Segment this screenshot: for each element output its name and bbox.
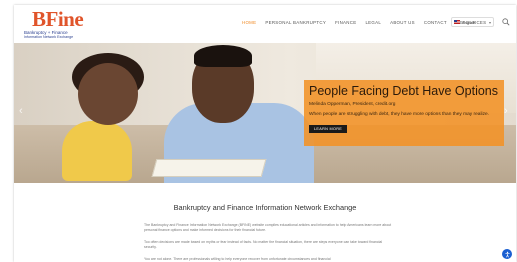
hero-slider: ‹ › People Facing Debt Have Options Meli… — [14, 43, 516, 183]
hero-photo-child-head — [78, 63, 138, 125]
main-content: Bankruptcy and Finance Information Netwo… — [14, 183, 516, 262]
logo-wordmark: BFine — [32, 7, 84, 31]
nav-item-legal[interactable]: LEGAL — [365, 20, 381, 25]
main-nav: HOME PERSONAL BANKRUPTCY FINANCE LEGAL A… — [242, 20, 486, 25]
site-logo[interactable]: BFine Bankruptcy + Finance Information N… — [22, 7, 84, 41]
page-heading: Bankruptcy and Finance Information Netwo… — [173, 203, 357, 212]
intro-paragraph-1: The Bankruptcy and Finance Information N… — [144, 223, 392, 232]
chevron-down-icon: ▾ — [488, 19, 491, 25]
hero-caption: People Facing Debt Have Options Melinda … — [304, 80, 504, 146]
intro-paragraph-2: Too often decisions are made based on my… — [144, 240, 383, 249]
chevron-left-icon[interactable]: ‹ — [19, 105, 23, 117]
accessibility-icon[interactable] — [502, 249, 512, 259]
hero-text: When people are struggling with debt, th… — [309, 112, 489, 117]
logo-subline: Information Network Exchange — [24, 35, 74, 39]
hero-title: People Facing Debt Have Options — [309, 84, 498, 98]
intro-paragraph-3: You are not alone. There are professiona… — [144, 257, 331, 261]
hero-photo-child — [62, 121, 132, 181]
hero-photo-father-hair — [194, 45, 252, 67]
nav-item-home[interactable]: HOME — [242, 20, 256, 25]
nav-item-finance[interactable]: FINANCE — [335, 20, 356, 25]
hero-byline: Melinda Opperman, President, credit.org — [309, 102, 396, 107]
search-icon[interactable] — [502, 18, 510, 26]
learn-more-button[interactable]: LEARN MORE — [309, 125, 348, 133]
nav-item-personal-bankruptcy[interactable]: PERSONAL BANKRUPTCY — [265, 20, 326, 25]
site-header: BFine Bankruptcy + Finance Information N… — [14, 5, 516, 43]
language-label: English — [462, 19, 476, 25]
chevron-right-icon[interactable]: › — [504, 105, 508, 117]
hero-photo-book — [151, 159, 267, 177]
nav-item-contact[interactable]: CONTACT — [424, 20, 447, 25]
nav-item-about-us[interactable]: ABOUT US — [390, 20, 415, 25]
language-selector[interactable]: English ▾ — [451, 17, 494, 27]
us-flag-icon — [454, 20, 460, 24]
browser-page: BFine Bankruptcy + Finance Information N… — [14, 5, 516, 262]
